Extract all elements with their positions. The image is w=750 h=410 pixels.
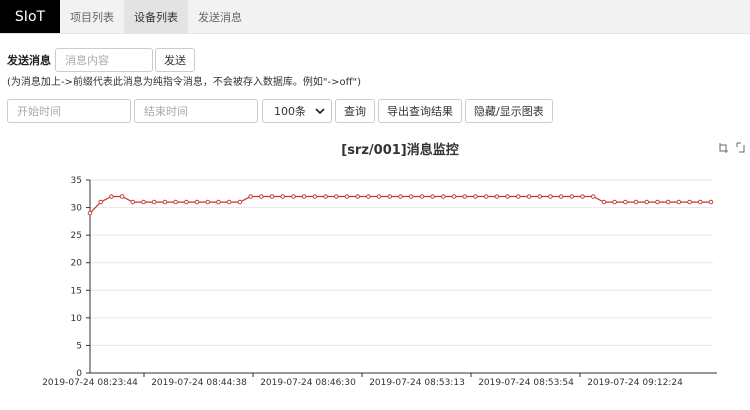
data-point xyxy=(644,199,650,205)
data-point xyxy=(558,194,564,199)
x-tick-label: 2019-07-24 08:23:44 xyxy=(42,378,138,388)
data-point xyxy=(590,194,596,199)
data-point xyxy=(623,199,628,205)
top-navigation: SIoT 项目列表 设备列表 发送消息 xyxy=(0,0,750,34)
data-point xyxy=(280,194,285,199)
data-point xyxy=(87,210,93,216)
tab-project-list[interactable]: 项目列表 xyxy=(60,0,124,33)
data-point xyxy=(226,199,232,205)
y-tick-label: 20 xyxy=(71,259,83,269)
data-point xyxy=(141,199,146,205)
data-point xyxy=(505,194,510,199)
data-point xyxy=(109,194,114,199)
data-point xyxy=(301,194,307,199)
y-tick-label: 10 xyxy=(71,314,83,324)
data-point xyxy=(526,194,532,199)
y-tick-label: 30 xyxy=(71,204,83,214)
x-tick-label: 2019-07-24 08:46:30 xyxy=(260,378,356,388)
data-point xyxy=(387,194,393,199)
query-button[interactable]: 查询 xyxy=(335,99,375,123)
data-point xyxy=(312,194,318,199)
data-point xyxy=(130,199,136,205)
x-tick-label: 2019-07-24 08:53:54 xyxy=(478,378,574,388)
data-point xyxy=(430,194,435,199)
data-point xyxy=(548,194,553,199)
end-time-input[interactable] xyxy=(134,99,258,123)
data-point xyxy=(698,199,703,205)
data-point xyxy=(291,194,296,199)
tab-send-message[interactable]: 发送消息 xyxy=(188,0,252,33)
y-tick-label: 5 xyxy=(76,341,82,351)
data-point xyxy=(601,199,607,205)
data-point xyxy=(98,199,103,205)
result-limit-select[interactable]: 100条 xyxy=(262,99,332,123)
y-tick-label: 15 xyxy=(71,286,82,296)
chart-title: [srz/001]消息监控 xyxy=(341,143,459,158)
y-tick-label: 35 xyxy=(71,176,82,186)
restore-icon[interactable] xyxy=(718,142,729,153)
y-tick-label: 25 xyxy=(71,231,82,241)
data-point xyxy=(569,194,575,199)
query-filter-row: 100条 查询 导出查询结果 隐藏/显示图表 xyxy=(7,99,553,123)
result-limit-value: 100条 xyxy=(274,105,306,118)
data-point xyxy=(376,194,382,199)
data-point xyxy=(676,199,682,205)
data-point xyxy=(344,194,350,199)
send-hint-text: (为消息加上->前缀代表此消息为纯指令消息，不会被存入数据库。例如"->off"… xyxy=(7,77,361,88)
data-point xyxy=(216,199,221,205)
data-point xyxy=(419,194,425,199)
data-point xyxy=(580,194,585,199)
x-tick-label: 2019-07-24 08:53:13 xyxy=(369,378,465,388)
data-point xyxy=(537,194,542,199)
brand-logo[interactable]: SIoT xyxy=(0,0,60,33)
send-message-label: 发送消息 xyxy=(7,54,51,67)
start-time-input[interactable] xyxy=(7,99,131,123)
chevron-down-icon xyxy=(315,108,325,115)
data-point xyxy=(269,194,275,199)
data-point xyxy=(441,194,446,199)
data-point xyxy=(516,194,521,199)
send-message-row: 发送消息 发送 xyxy=(7,48,195,72)
data-point xyxy=(366,194,371,199)
data-point xyxy=(173,199,178,205)
data-point xyxy=(708,199,714,205)
data-point xyxy=(259,194,264,199)
data-point xyxy=(355,194,360,199)
message-content-input[interactable] xyxy=(55,48,153,72)
data-point xyxy=(633,199,639,205)
data-point xyxy=(494,194,500,199)
data-point xyxy=(451,194,457,199)
x-tick-label: 2019-07-24 08:44:38 xyxy=(151,378,247,388)
toggle-chart-button[interactable]: 隐藏/显示图表 xyxy=(465,99,553,123)
data-point xyxy=(462,194,467,199)
message-monitor-chart: 051015202530352019-07-24 08:23:44 2019-07… xyxy=(42,176,717,388)
data-point xyxy=(194,199,200,205)
export-results-button[interactable]: 导出查询结果 xyxy=(378,99,462,123)
data-point xyxy=(655,199,660,205)
chart-toolbox xyxy=(718,142,746,153)
data-point xyxy=(473,194,478,199)
data-point xyxy=(687,199,692,205)
tab-device-list[interactable]: 设备列表 xyxy=(124,0,188,33)
data-point xyxy=(237,199,243,205)
data-point xyxy=(162,199,168,205)
series-line xyxy=(89,195,711,214)
data-point xyxy=(248,194,253,199)
data-point xyxy=(205,199,211,205)
send-button[interactable]: 发送 xyxy=(155,48,195,72)
data-point xyxy=(408,194,414,199)
data-point xyxy=(612,199,617,205)
data-point xyxy=(665,199,671,205)
data-point xyxy=(398,194,403,199)
data-point xyxy=(334,194,339,199)
x-tick-label: 2019-07-24 09:12:24 xyxy=(587,378,683,388)
data-point xyxy=(323,194,328,199)
data-point xyxy=(483,194,489,199)
data-point xyxy=(119,194,125,199)
save-image-icon[interactable] xyxy=(735,142,746,153)
data-point xyxy=(184,199,189,205)
data-point xyxy=(151,199,157,205)
